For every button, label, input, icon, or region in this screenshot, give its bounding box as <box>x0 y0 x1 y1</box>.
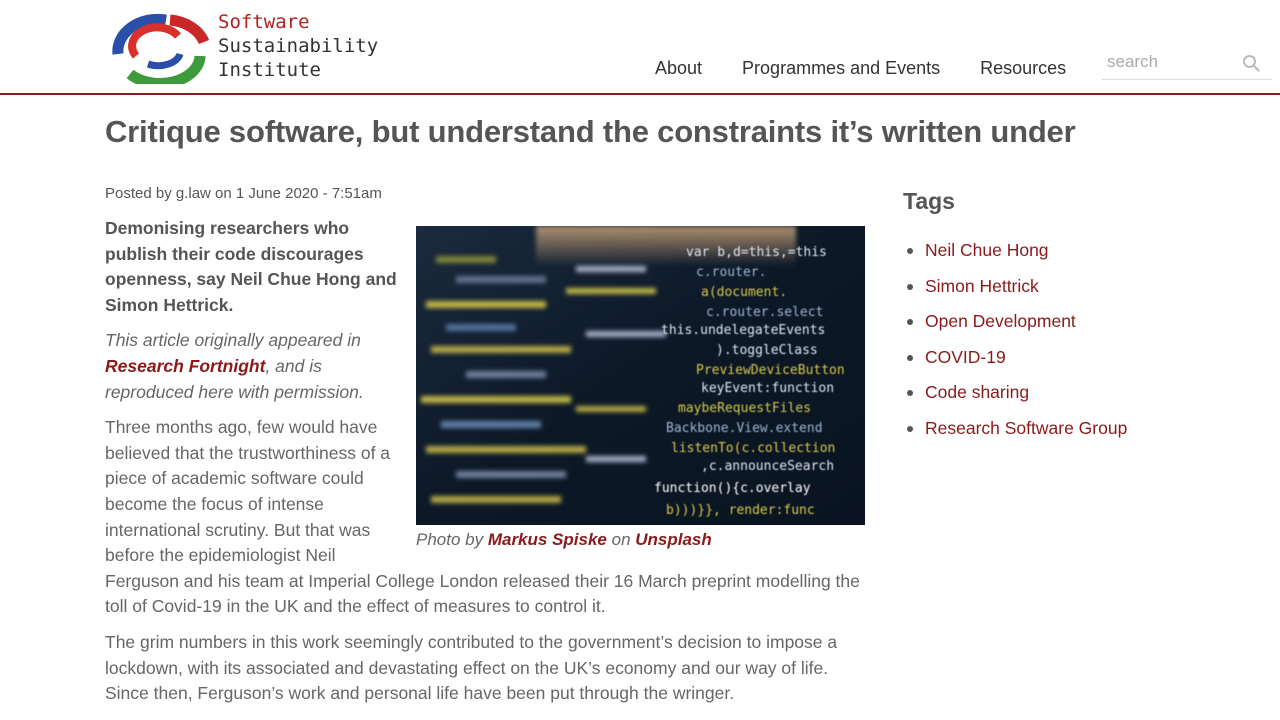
search-icon[interactable] <box>1242 54 1260 72</box>
nav-item-about[interactable]: About <box>655 58 702 79</box>
logo-wordmark: Software Sustainability Institute <box>218 10 378 82</box>
tag-link-neil-chue-hong[interactable]: Neil Chue Hong <box>925 240 1049 260</box>
code-photo: var b,d=this,=this c.router. a(document.… <box>416 226 865 525</box>
svg-text:listenTo(c.collection: listenTo(c.collection <box>671 441 835 456</box>
tag-item: Research Software Group <box>907 411 1203 447</box>
tags-heading: Tags <box>903 188 955 214</box>
post-meta: Posted by g.law on 1 June 2020 - 7:51am <box>105 185 382 202</box>
page-title: Critique software, but understand the co… <box>105 114 1076 149</box>
logo-line-1: Software <box>218 11 310 33</box>
svg-text:var b,d=this,=this: var b,d=this,=this <box>686 245 827 260</box>
svg-text:a(document.: a(document. <box>701 285 787 300</box>
caption-source-link[interactable]: Unsplash <box>635 530 712 549</box>
svg-text:c.router.select: c.router.select <box>706 305 823 320</box>
tag-item: COVID-19 <box>907 340 1203 376</box>
tag-link-research-software-group[interactable]: Research Software Group <box>925 418 1127 438</box>
svg-text:function(){c.overlay: function(){c.overlay <box>654 481 811 496</box>
site-header: Software Sustainability Institute About … <box>0 0 1280 95</box>
note-before: This article originally appeared in <box>105 330 361 351</box>
article-paragraph-2: The grim numbers in this work seemingly … <box>105 631 838 704</box>
tag-item: Simon Hettrick <box>907 269 1203 305</box>
photo-caption: Photo by Markus Spiske on Unsplash <box>416 527 865 553</box>
caption-prefix: Photo by <box>416 530 488 549</box>
logo-icon <box>112 13 210 84</box>
logo-line-2: Sustainability <box>218 35 379 57</box>
caption-author-link[interactable]: Markus Spiske <box>488 530 607 549</box>
tags-sidebar: Tags Neil Chue Hong Simon Hettrick Open … <box>903 188 1203 446</box>
nav-item-programmes-and-events[interactable]: Programmes and Events <box>742 58 940 79</box>
svg-text:,c.announceSearch: ,c.announceSearch <box>701 459 834 474</box>
tag-link-simon-hettrick[interactable]: Simon Hettrick <box>925 276 1039 296</box>
tag-link-covid-19[interactable]: COVID-19 <box>925 347 1006 367</box>
tag-link-code-sharing[interactable]: Code sharing <box>925 382 1029 402</box>
site-logo[interactable]: Software Sustainability Institute <box>108 10 388 86</box>
tag-item: Open Development <box>907 304 1203 340</box>
research-fortnight-link[interactable]: Research Fortnight <box>105 356 265 376</box>
article-body: var b,d=this,=this c.router. a(document.… <box>105 216 865 717</box>
svg-text:c.router.: c.router. <box>696 265 766 280</box>
search-box <box>1102 46 1272 80</box>
svg-text:this.undelegateEvents: this.undelegateEvents <box>661 323 825 338</box>
article-figure: var b,d=this,=this c.router. a(document.… <box>416 226 865 553</box>
main-nav: About Programmes and Events Resources <box>655 58 1066 79</box>
tag-link-open-development[interactable]: Open Development <box>925 311 1076 331</box>
tag-item: Neil Chue Hong <box>907 233 1203 269</box>
tag-item: Code sharing <box>907 375 1203 411</box>
tags-list: Neil Chue Hong Simon Hettrick Open Devel… <box>903 233 1203 446</box>
svg-text:keyEvent:function: keyEvent:function <box>701 381 834 396</box>
caption-mid: on <box>606 530 636 549</box>
svg-text:PreviewDeviceButton: PreviewDeviceButton <box>696 363 845 378</box>
search-input[interactable] <box>1102 46 1242 78</box>
svg-text:b)))}}, render:func: b)))}}, render:func <box>666 503 815 518</box>
svg-text:).toggleClass: ).toggleClass <box>716 343 818 358</box>
svg-text:Backbone.View.extend: Backbone.View.extend <box>666 421 823 436</box>
nav-item-resources[interactable]: Resources <box>980 58 1066 79</box>
logo-line-3: Institute <box>218 59 321 81</box>
svg-text:maybeRequestFiles: maybeRequestFiles <box>678 401 811 416</box>
